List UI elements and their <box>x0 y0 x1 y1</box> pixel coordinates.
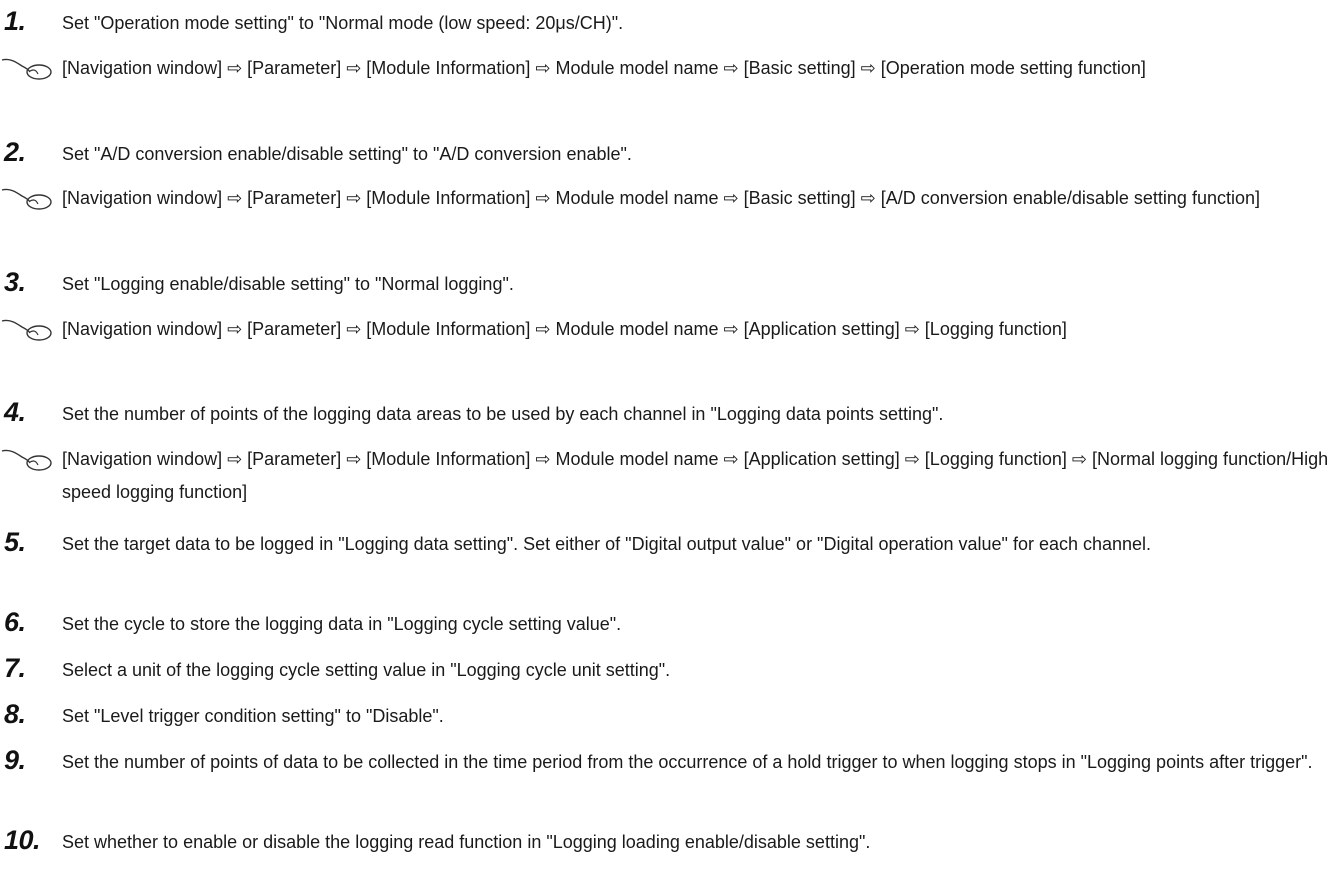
nav-path-3: [Navigation window] ⇨ [Parameter] ⇨ [Mod… <box>0 313 1340 379</box>
mouse-icon <box>1 188 52 210</box>
step-1: 1. Set "Operation mode setting" to "Norm… <box>0 6 1340 38</box>
step-9: 9. Set the number of points of data to b… <box>0 745 1340 811</box>
step-number: 8. <box>4 699 26 729</box>
navigation-path: [Navigation window] ⇨ [Parameter] ⇨ [Mod… <box>62 58 1146 78</box>
step-8: 8. Set "Level trigger condition setting"… <box>0 699 1340 731</box>
procedure-document: 1. Set "Operation mode setting" to "Norm… <box>0 0 1340 879</box>
step-5: 5. Set the target data to be logged in "… <box>0 527 1340 593</box>
step-text: Set "Logging enable/disable setting" to … <box>62 274 514 294</box>
step-number: 6. <box>4 607 26 637</box>
navigation-path: [Navigation window] ⇨ [Parameter] ⇨ [Mod… <box>62 188 1260 208</box>
navigation-path: [Navigation window] ⇨ [Parameter] ⇨ [Mod… <box>62 319 1067 339</box>
step-2: 2. Set "A/D conversion enable/disable se… <box>0 137 1340 169</box>
step-number: 10. <box>4 825 41 855</box>
step-text: Set "Level trigger condition setting" to… <box>62 706 444 726</box>
step-text: Select a unit of the logging cycle setti… <box>62 660 671 680</box>
step-text: Set the number of points of data to be c… <box>62 752 1313 772</box>
step-text: Set "Operation mode setting" to "Normal … <box>62 13 624 33</box>
step-number: 9. <box>4 745 26 775</box>
step-3: 3. Set "Logging enable/disable setting" … <box>0 267 1340 299</box>
step-text: Set whether to enable or disable the log… <box>62 832 871 852</box>
step-7: 7. Select a unit of the logging cycle se… <box>0 653 1340 685</box>
step-text: Set the target data to be logged in "Log… <box>62 534 1152 554</box>
step-number: 3. <box>4 267 26 297</box>
nav-path-2: [Navigation window] ⇨ [Parameter] ⇨ [Mod… <box>0 182 1340 248</box>
step-6: 6. Set the cycle to store the logging da… <box>0 607 1340 639</box>
step-4: 4. Set the number of points of the loggi… <box>0 397 1340 429</box>
mouse-icon <box>1 449 52 471</box>
mouse-icon <box>1 58 52 80</box>
step-number: 2. <box>4 137 26 167</box>
step-text: Set the number of points of the logging … <box>62 404 944 424</box>
step-number: 1. <box>4 6 26 36</box>
step-text: Set "A/D conversion enable/disable setti… <box>62 144 632 164</box>
step-number: 4. <box>4 397 26 427</box>
nav-path-1: [Navigation window] ⇨ [Parameter] ⇨ [Mod… <box>0 52 1340 118</box>
step-text: Set the cycle to store the logging data … <box>62 614 622 634</box>
nav-path-4: [Navigation window] ⇨ [Parameter] ⇨ [Mod… <box>0 443 1340 509</box>
navigation-path: [Navigation window] ⇨ [Parameter] ⇨ [Mod… <box>62 449 1329 502</box>
step-10: 10. Set whether to enable or disable the… <box>0 825 1340 857</box>
step-number: 7. <box>4 653 26 683</box>
step-number: 5. <box>4 527 26 557</box>
mouse-icon <box>1 319 52 341</box>
